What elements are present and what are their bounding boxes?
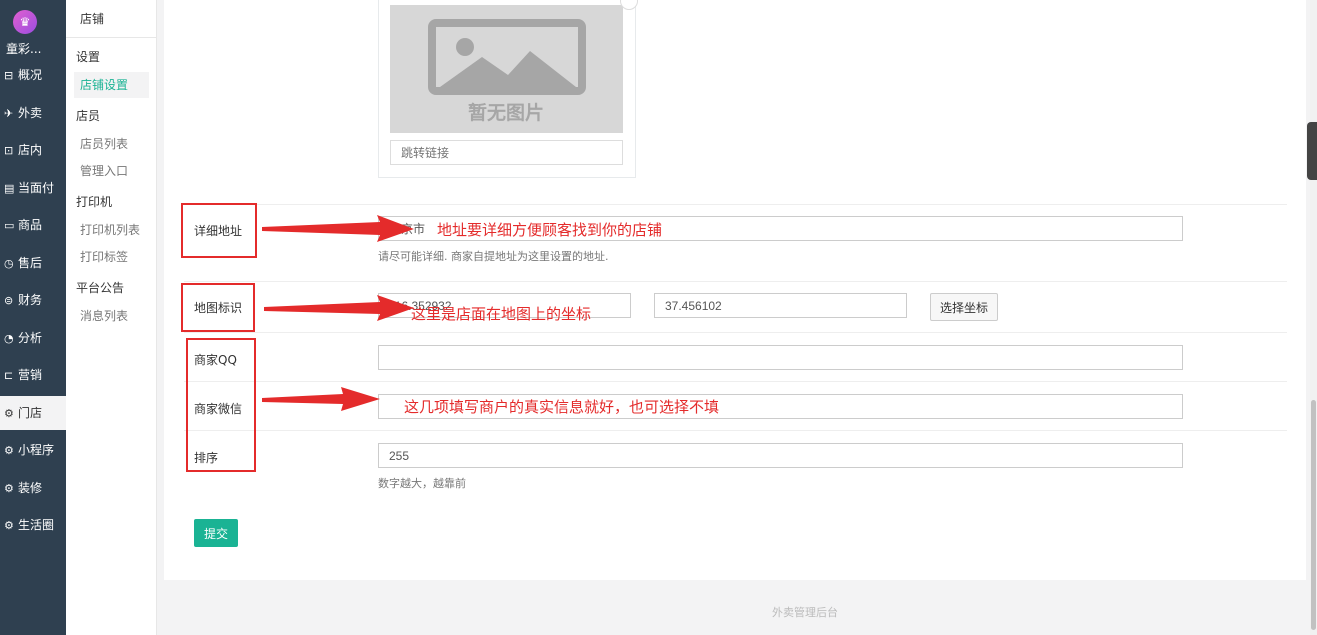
annotation-text-address: 地址要详细方便顾客找到你的店铺 — [437, 221, 663, 239]
subnav-group-title: 店员 — [76, 109, 101, 123]
subnav-group-title: 设置 — [76, 50, 101, 64]
qq-input[interactable] — [378, 345, 1183, 370]
subnav-item-store-settings[interactable]: 店铺设置 — [74, 72, 149, 98]
nav-item-analysis[interactable]: ◔ 分析 — [0, 321, 66, 355]
sort-hint: 数字越大，越靠前 — [378, 477, 466, 490]
nav-item-label: 装修 — [18, 481, 43, 495]
jump-link-input[interactable] — [390, 140, 623, 165]
scrollbar-thumb[interactable] — [1311, 400, 1316, 630]
store-name[interactable]: 童彩... — [6, 40, 41, 57]
nav-item-label: 外卖 — [18, 106, 43, 120]
nav-item-goods[interactable]: ▭ 商品 — [0, 208, 66, 242]
analysis-icon: ◔ — [4, 332, 14, 345]
store-icon: ⊡ — [4, 144, 14, 157]
pick-coordinate-button[interactable]: 选择坐标 — [930, 293, 998, 321]
divider — [184, 332, 1287, 333]
divider — [184, 281, 1287, 282]
subnav-item-print-labels[interactable]: 打印标签 — [74, 244, 149, 270]
main-sidebar: ♛ 童彩... ⊟ 概况 ✈ 外卖 ⊡ 店内 ▤ 当面付 ▭ 商品 ◷ 售后 ⊜ 财务 ◔ 分析… — [0, 0, 66, 635]
secondary-sidebar: 店铺 设置 店铺设置 店员 店员列表 管理入口 打印机 打印机列表 打印标签 平… — [66, 0, 157, 635]
nav-item-instore[interactable]: ⊡ 店内 — [0, 133, 66, 167]
nav-item-marketing[interactable]: ⊏ 营销 — [0, 358, 66, 392]
gear-icon: ⚙ — [4, 519, 14, 532]
divider — [184, 204, 1287, 205]
nav-item-miniprogram[interactable]: ⚙ 小程序 — [0, 433, 66, 467]
subnav-item-printer-list[interactable]: 打印机列表 — [74, 217, 149, 243]
annotation-text-info: 这几项填写商户的真实信息就好，也可选择不填 — [404, 398, 720, 416]
nav-item-delivery[interactable]: ✈ 外卖 — [0, 96, 66, 130]
nav-item-label: 门店 — [18, 406, 43, 420]
submit-button[interactable]: 提交 — [194, 519, 238, 547]
nav-item-label: 商品 — [18, 218, 43, 232]
latitude-input[interactable] — [654, 293, 907, 318]
nav-item-label: 生活圈 — [18, 518, 55, 532]
annotation-box-address — [181, 203, 257, 258]
address-hint: 请尽可能详细. 商家自提地址为这里设置的地址. — [378, 250, 609, 263]
store-logo-icon[interactable]: ♛ — [13, 10, 37, 34]
annotation-box-info — [186, 338, 256, 472]
nav-item-label: 财务 — [18, 293, 43, 307]
nav-item-decoration[interactable]: ⚙ 装修 — [0, 471, 66, 505]
nav-item-label: 售后 — [18, 256, 43, 270]
subnav-group-title: 打印机 — [76, 195, 113, 209]
nav-item-after-sale[interactable]: ◷ 售后 — [0, 246, 66, 280]
nav-item-label: 营销 — [18, 368, 43, 382]
nav-item-lifecircle[interactable]: ⚙ 生活圈 — [0, 508, 66, 542]
placeholder-text: 暂无图片 — [468, 101, 544, 124]
divider — [184, 381, 1287, 382]
finance-icon: ⊜ — [4, 294, 14, 307]
nav-item-label: 小程序 — [18, 443, 55, 457]
marketing-icon: ⊏ — [4, 369, 14, 382]
delivery-icon: ✈ — [4, 107, 14, 120]
divider — [184, 430, 1287, 431]
goods-icon: ▭ — [4, 219, 15, 232]
nav-item-shop[interactable]: ⚙ 门店 — [0, 396, 66, 430]
pay-icon: ▤ — [4, 182, 15, 195]
nav-item-label: 当面付 — [18, 181, 55, 195]
gear-icon: ⚙ — [4, 482, 14, 495]
gear-icon: ⚙ — [4, 407, 14, 420]
nav-item-overview[interactable]: ⊟ 概况 — [0, 58, 66, 92]
subnav-item-admin-entry[interactable]: 管理入口 — [74, 158, 149, 184]
annotation-box-map — [181, 283, 255, 332]
subnav-item-staff-list[interactable]: 店员列表 — [74, 131, 149, 157]
annotation-text-map: 这里是店面在地图上的坐标 — [411, 305, 592, 323]
footer-text: 外卖管理后台 — [772, 606, 838, 619]
after-sale-icon: ◷ — [4, 257, 14, 270]
subnav-item-message-list[interactable]: 消息列表 — [74, 303, 149, 329]
nav-item-finance[interactable]: ⊜ 财务 — [0, 283, 66, 317]
secondary-sidebar-title: 店铺 — [66, 0, 156, 38]
side-widget-handle[interactable] — [1307, 122, 1317, 180]
overview-icon: ⊟ — [4, 69, 14, 82]
image-placeholder-icon: 暂无图片 — [428, 19, 586, 124]
settings-form-panel: 暂无图片 详细地址 请尽可能详细. 商家自提地址为这里设置的地址. 地图标识 选… — [164, 0, 1306, 580]
subnav-group-title: 平台公告 — [76, 281, 125, 295]
nav-item-label: 分析 — [18, 331, 43, 345]
nav-item-label: 概况 — [18, 68, 43, 82]
image-placeholder[interactable]: 暂无图片 — [390, 5, 623, 133]
sort-input[interactable] — [378, 443, 1183, 468]
nav-item-label: 店内 — [18, 143, 43, 157]
nav-item-facepay[interactable]: ▤ 当面付 — [0, 171, 66, 205]
gear-icon: ⚙ — [4, 444, 14, 457]
image-upload-card: 暂无图片 — [378, 0, 636, 178]
